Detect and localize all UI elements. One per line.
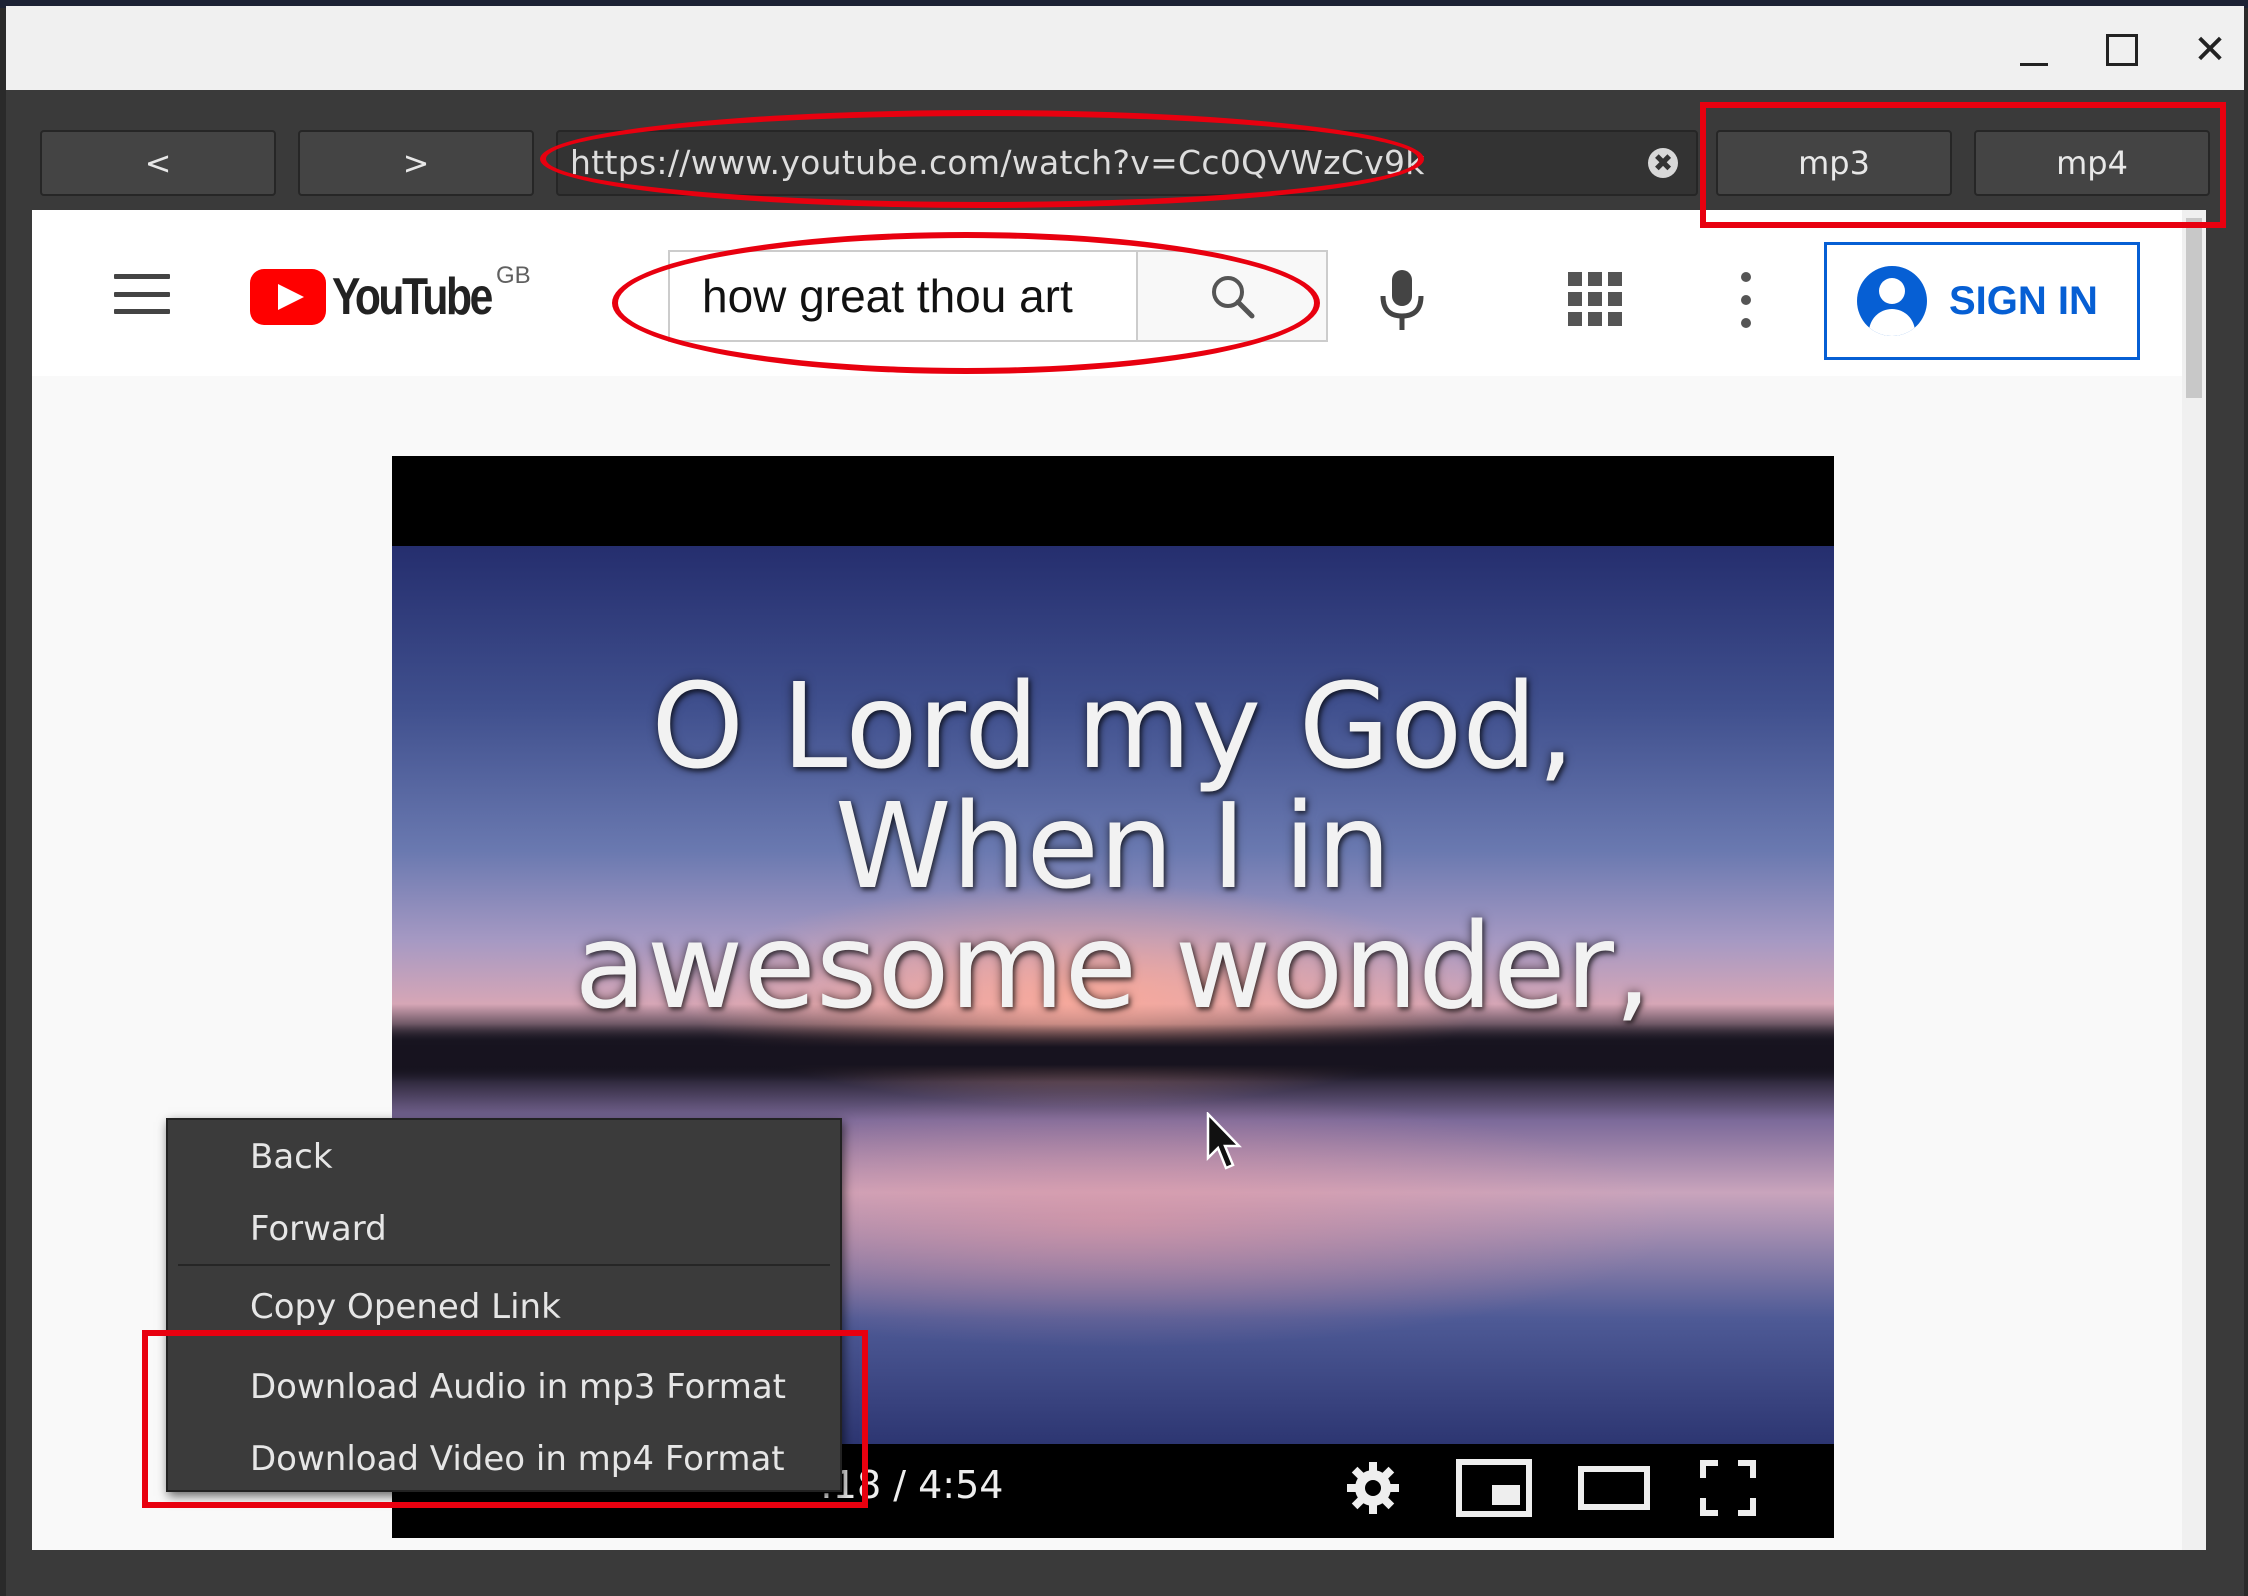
context-menu: Back Forward Copy Opened Link Download A… <box>166 1118 842 1492</box>
download-mp3-button[interactable]: mp3 <box>1716 130 1952 196</box>
lyric-line: When I in <box>834 777 1392 915</box>
youtube-play-icon <box>250 269 326 325</box>
microphone-icon[interactable] <box>1374 268 1430 332</box>
fullscreen-button[interactable] <box>1698 1458 1758 1518</box>
youtube-logo[interactable]: YouTube <box>250 262 526 332</box>
theater-mode-button[interactable] <box>1576 1458 1652 1518</box>
minimize-button[interactable] <box>2000 20 2068 80</box>
region-code: GB <box>496 262 531 289</box>
url-input[interactable]: https://www.youtube.com/watch?v=Cc0QVWzC… <box>556 130 1698 196</box>
theater-mode-icon <box>1578 1466 1650 1510</box>
more-options-icon[interactable] <box>1736 272 1756 328</box>
sign-in-label: SIGN IN <box>1949 278 2098 323</box>
miniplayer-icon <box>1456 1459 1532 1517</box>
back-button[interactable]: < <box>40 130 276 196</box>
mouse-pointer-icon <box>1206 1112 1242 1170</box>
apps-grid-icon[interactable] <box>1568 272 1622 326</box>
toolbar: < > https://www.youtube.com/watch?v=Cc0Q… <box>6 90 2244 216</box>
maximize-button[interactable] <box>2088 20 2156 80</box>
youtube-header: YouTube GB how great thou art SIGN IN <box>32 210 2206 376</box>
close-button[interactable]: ✕ <box>2176 20 2244 80</box>
search-icon <box>1212 276 1255 319</box>
url-text: https://www.youtube.com/watch?v=Cc0QVWzC… <box>570 143 1425 182</box>
search-button[interactable] <box>1136 250 1328 342</box>
menu-icon[interactable] <box>114 274 170 314</box>
lyric-line: awesome wonder, <box>574 897 1652 1035</box>
time-display: :18 / 4:54 <box>820 1463 1004 1507</box>
title-bar: ✕ <box>6 6 2244 90</box>
minimize-icon <box>2020 62 2048 66</box>
context-menu-copy-link[interactable]: Copy Opened Link <box>250 1282 561 1332</box>
search-query: how great thou art <box>702 270 1073 322</box>
vertical-scrollbar[interactable] <box>2182 210 2206 1550</box>
account-icon <box>1857 266 1927 336</box>
context-menu-download-mp4[interactable]: Download Video in mp4 Format <box>250 1434 785 1484</box>
settings-button[interactable] <box>1342 1458 1404 1518</box>
miniplayer-button[interactable] <box>1456 1458 1532 1518</box>
context-menu-back[interactable]: Back <box>250 1132 333 1182</box>
menu-separator <box>178 1264 830 1266</box>
fullscreen-icon <box>1700 1460 1756 1516</box>
youtube-wordmark: YouTube <box>332 268 493 326</box>
sign-in-button[interactable]: SIGN IN <box>1824 242 2140 360</box>
maximize-icon <box>2106 34 2138 66</box>
context-menu-download-mp3[interactable]: Download Audio in mp3 Format <box>250 1362 786 1412</box>
close-icon: ✕ <box>2193 27 2227 73</box>
download-mp4-button[interactable]: mp4 <box>1974 130 2210 196</box>
gear-icon <box>1347 1462 1399 1514</box>
clear-url-icon[interactable]: ✖ <box>1648 148 1678 178</box>
context-menu-forward[interactable]: Forward <box>250 1204 387 1254</box>
search-input[interactable]: how great thou art <box>668 250 1136 342</box>
scrollbar-thumb[interactable] <box>2186 218 2202 398</box>
forward-button[interactable]: > <box>298 130 534 196</box>
lyric-line: O Lord my God, <box>651 657 1575 795</box>
